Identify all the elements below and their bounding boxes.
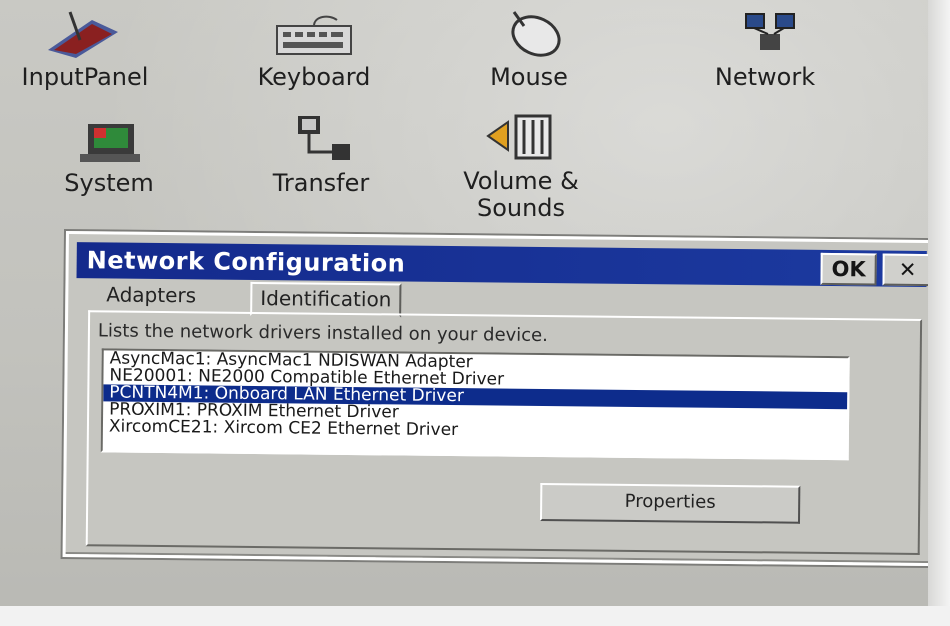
close-icon: ✕ [898, 257, 917, 282]
network-configuration-dialog: Network Configuration OK ✕ Adapters Iden… [62, 231, 942, 567]
desktop-icon-label: InputPanel [21, 63, 149, 91]
desktop-icon-keyboard[interactable]: Keyboard [239, 10, 389, 91]
dialog-title: Network Configuration [86, 246, 406, 278]
volume-icon [486, 114, 552, 160]
dialog-titlebar[interactable]: Network Configuration OK ✕ [76, 242, 933, 288]
input-panel-icon [48, 11, 118, 58]
monitor-bezel-bottom [0, 606, 950, 626]
system-icon [80, 124, 140, 162]
desktop-icon-network[interactable]: Network [690, 10, 840, 91]
transfer-icon [298, 116, 350, 160]
desktop-icon-system[interactable]: System [34, 118, 184, 197]
desktop-icon-mouse[interactable]: Mouse [454, 10, 604, 91]
adapters-listbox[interactable]: AsyncMac1: AsyncMac1 NDISWAN Adapter NE2… [100, 348, 850, 461]
properties-button[interactable]: Properties [539, 482, 801, 524]
desktop-background: InputPanel Keyboard Mouse Network System… [0, 0, 950, 626]
desktop-icon-label: Network [714, 63, 816, 91]
desktop-icon-inputpanel[interactable]: InputPanel [10, 10, 160, 91]
desktop-icon-label-line2: Sounds [476, 194, 566, 222]
keyboard-icon [276, 15, 352, 55]
desktop-icon-label: Transfer [272, 169, 370, 197]
desktop-icon-label: System [64, 169, 154, 197]
desktop-icon-label: Mouse [490, 63, 568, 91]
tab-adapters[interactable]: Adapters [98, 280, 205, 312]
network-icon [745, 13, 795, 50]
desktop-icon-transfer[interactable]: Transfer [246, 112, 396, 197]
ok-button[interactable]: OK [820, 252, 877, 286]
desktop-icon-label: Keyboard [257, 63, 371, 91]
desktop-icon-label: Volume & [463, 167, 579, 195]
close-button[interactable]: ✕ [882, 253, 933, 287]
desktop-icon-volume-sounds[interactable]: Volume & Sounds [446, 110, 596, 222]
mouse-icon [511, 11, 561, 57]
monitor-bezel-right [928, 0, 950, 626]
